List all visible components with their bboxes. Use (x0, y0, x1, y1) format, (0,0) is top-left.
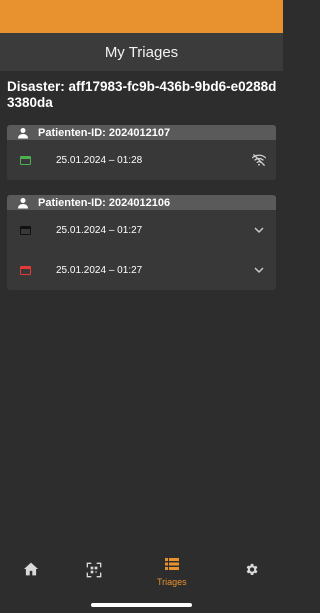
app-bar: My Triages (0, 33, 283, 71)
triage-datetime: 25.01.2024 – 01:28 (56, 154, 143, 166)
triage-row[interactable]: 25.01.2024 – 01:27 (7, 210, 276, 250)
triage-datetime: 25.01.2024 – 01:27 (56, 264, 143, 276)
nav-scan[interactable] (86, 562, 102, 583)
person-icon (17, 127, 29, 139)
patient-id-label: Patienten-ID: 2024012107 (38, 126, 171, 139)
patient-card-header: Patienten-ID: 2024012107 (7, 125, 276, 140)
triage-row[interactable]: 25.01.2024 – 01:28 (7, 140, 276, 180)
nav-settings[interactable] (244, 562, 259, 582)
chevron-down-icon[interactable] (252, 223, 266, 237)
triage-category-icon (20, 225, 31, 235)
page-title: My Triages (104, 43, 179, 61)
patient-card-header: Patienten-ID: 2024012106 (7, 195, 276, 210)
triage-category-icon (20, 155, 31, 165)
wifi-off-icon (252, 153, 266, 167)
triage-category-icon (20, 265, 31, 275)
home-icon (23, 562, 39, 581)
status-bar (0, 0, 283, 33)
nav-home[interactable] (23, 562, 39, 581)
patient-card: Patienten-ID: 2024012107 25.01.2024 – 01… (7, 125, 276, 180)
bottom-navigation: Triages (0, 550, 283, 592)
gear-icon (244, 562, 259, 582)
patient-card: Patienten-ID: 2024012106 25.01.2024 – 01… (7, 195, 276, 290)
disaster-id-heading: Disaster: aff17983-fc9b-436b-9bd6-e0288d… (7, 79, 277, 110)
triage-datetime: 25.01.2024 – 01:27 (56, 224, 143, 236)
list-icon (164, 557, 179, 575)
person-icon (17, 197, 29, 209)
nav-triages-label: Triages (157, 577, 187, 587)
triage-row[interactable]: 25.01.2024 – 01:27 (7, 250, 276, 290)
patient-id-label: Patienten-ID: 2024012106 (38, 196, 171, 209)
nav-triages[interactable]: Triages (157, 557, 187, 587)
qr-scan-icon (86, 562, 102, 583)
chevron-down-icon[interactable] (252, 263, 266, 277)
home-indicator[interactable] (91, 603, 192, 607)
